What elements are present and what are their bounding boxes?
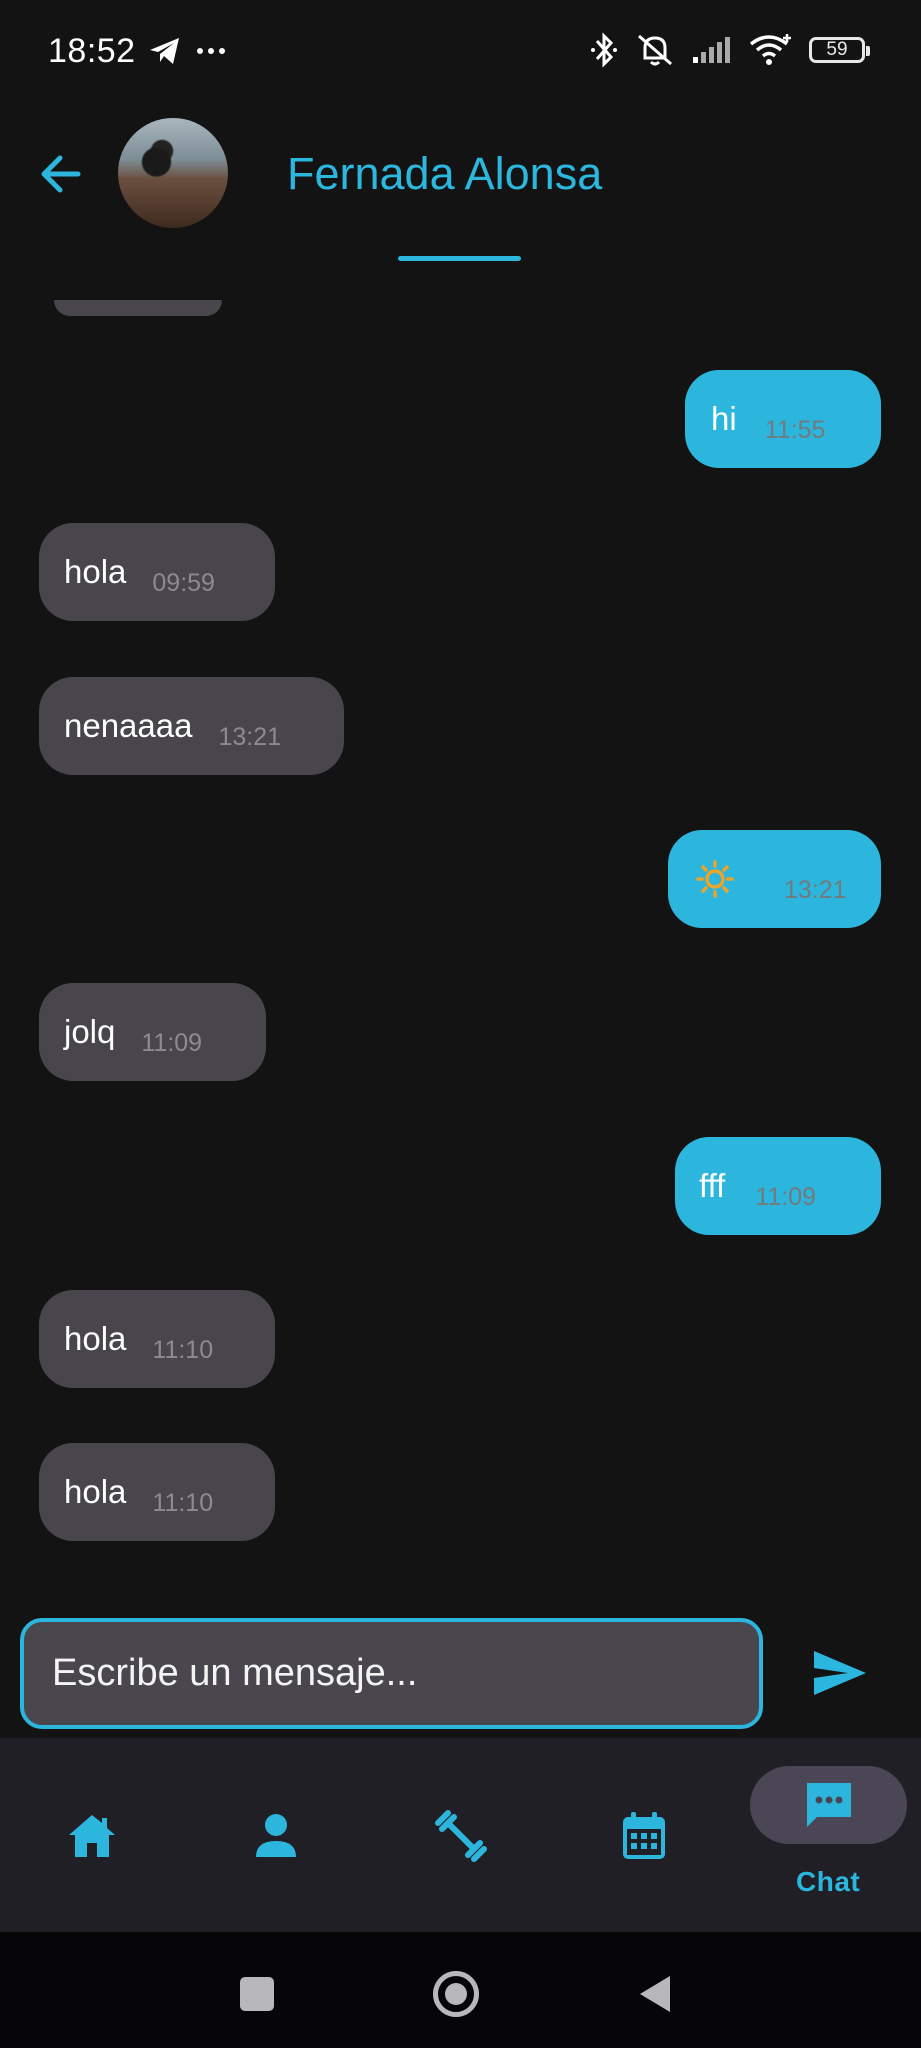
message-text: hola [64,1473,127,1510]
send-icon [814,1651,866,1695]
system-nav-bar [0,1932,921,2048]
send-button[interactable] [808,1640,872,1706]
recents-button[interactable] [240,1977,274,2011]
contact-avatar[interactable] [118,118,228,228]
message-time: 13:21 [784,875,847,904]
message-time: 13:21 [218,722,282,751]
person-icon [256,1814,296,1857]
contact-name: Fernada Alonsa [287,148,603,199]
message-bubble-incoming[interactable]: hola 11:10 [39,1443,275,1541]
home-circle-icon [445,1983,467,2005]
back-button[interactable] [32,146,88,202]
nav-home[interactable] [62,1806,122,1866]
message-bubble-incoming[interactable]: jolq 11:09 [39,983,266,1081]
message-time: 11:10 [152,1335,214,1364]
message-time: 11:55 [764,415,826,444]
nav-calendar[interactable] [614,1806,674,1866]
signal-icon [693,37,730,63]
sun-icon [696,860,734,898]
message-time: 11:09 [141,1028,203,1057]
nav-profile[interactable] [246,1806,306,1866]
dumbbell-icon [435,1810,487,1862]
status-bar: 18:52 59 [0,0,921,110]
message-time: 11:10 [152,1488,214,1517]
bluetooth-icon [591,32,617,68]
message-bubble-incoming[interactable]: hola 09:59 [39,523,275,621]
message-input[interactable] [50,1651,734,1696]
message-time: 09:59 [152,568,215,597]
message-text: hola [64,1320,127,1357]
message-bubble-outgoing[interactable]: fff 11:09 [675,1137,881,1235]
message-text: nenaaaa [64,707,193,744]
arrow-back-icon [41,155,81,193]
back-system-button[interactable] [638,1974,672,2014]
partial-message-bubble [54,300,222,316]
nav-chat[interactable] [750,1766,907,1844]
message-bubble-outgoing[interactable]: hi 11:55 [685,370,881,468]
message-text: hola [64,553,127,590]
message-bubble-incoming[interactable]: nenaaaa 13:21 [39,677,344,775]
message-input-container[interactable] [20,1618,763,1729]
telegram-icon [150,38,179,64]
message-bubble-outgoing[interactable]: 13:21 [668,830,881,928]
battery-icon: 59 [809,37,870,63]
message-bubble-incoming[interactable]: hola 11:10 [39,1290,275,1388]
message-time: 11:09 [755,1182,817,1211]
message-text: fff [699,1167,726,1204]
bell-off-icon [638,34,672,66]
header-indicator [398,256,521,261]
home-icon [69,1815,115,1857]
status-time: 18:52 [48,32,136,70]
wifi-icon [749,34,791,65]
nav-chat-label[interactable]: Chat [796,1866,860,1898]
calendar-icon [623,1812,665,1859]
more-dots-icon [197,48,225,54]
nav-workouts[interactable] [430,1804,492,1868]
home-system-button[interactable] [433,1971,479,2017]
message-text: jolq [64,1013,116,1050]
message-text: hi [711,400,737,437]
chat-icon [806,1783,851,1827]
